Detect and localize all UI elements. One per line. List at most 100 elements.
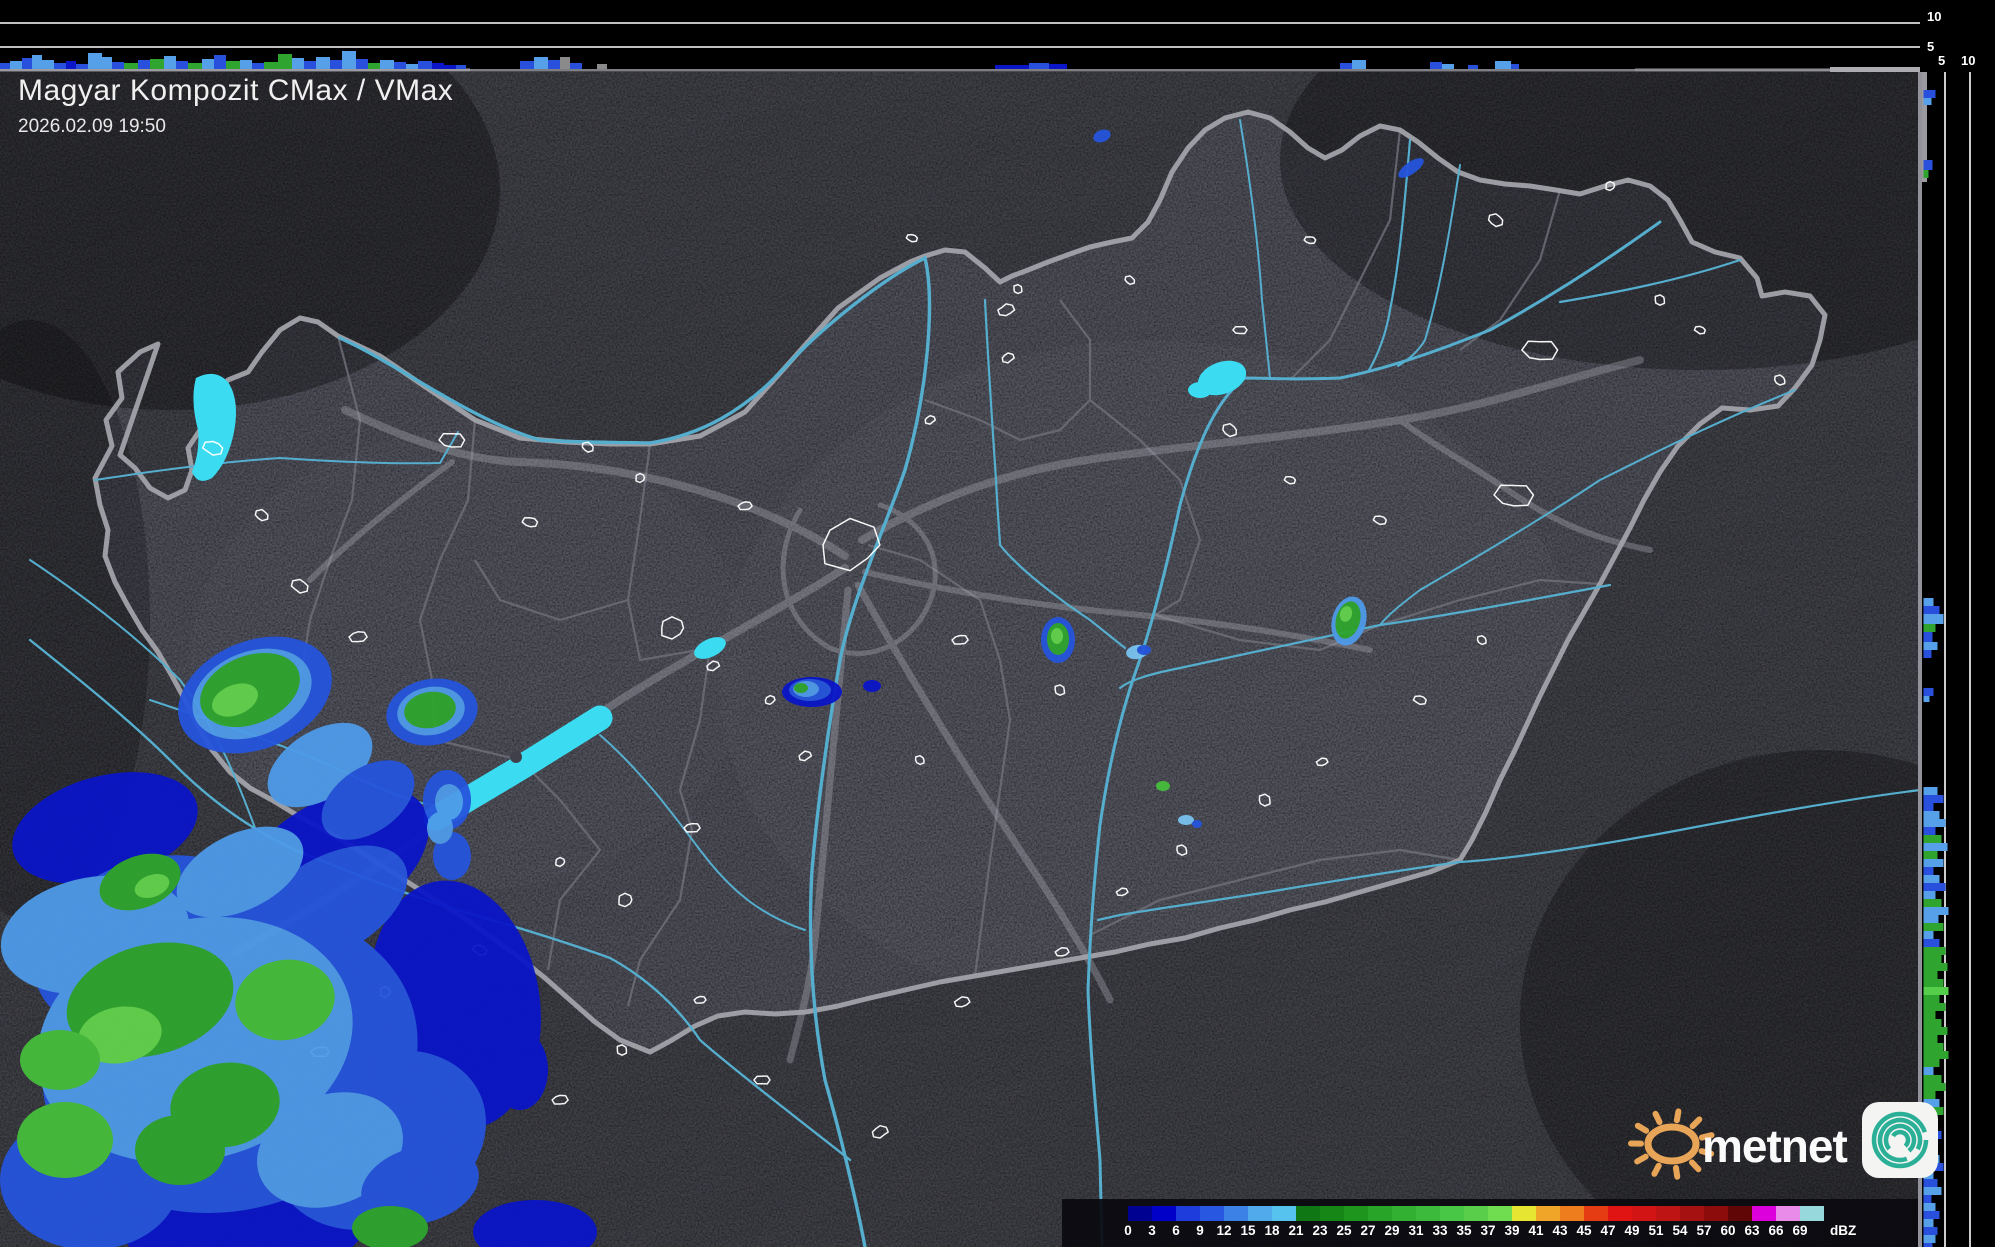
- profile-bar: [1923, 835, 1942, 843]
- dbz-tick-label: 45: [1576, 1223, 1592, 1238]
- dbz-tick-label: 51: [1648, 1223, 1664, 1238]
- right-height-profile-strip: [1922, 72, 1995, 1247]
- radar-echo: [1051, 628, 1063, 644]
- profile-bar: [1923, 883, 1946, 891]
- profile-bar: [1923, 696, 1930, 702]
- profile-bar: [1923, 90, 1936, 98]
- radar-map[interactable]: [0, 72, 1920, 1247]
- profile-bar: [1029, 63, 1049, 69]
- map-right-panel-divider: [1918, 72, 1922, 1247]
- dbz-color-cell: [1488, 1206, 1512, 1221]
- dbz-tick-label: 66: [1768, 1223, 1784, 1238]
- profile-bar: [1923, 1235, 1936, 1243]
- dbz-color-cell: [1416, 1206, 1440, 1221]
- dbz-color-cell: [1248, 1206, 1272, 1221]
- dbz-legend: 0 3 6 9 12 15 18 21 23 25 27 29 31 33 35 37 39 41 43 45 47 49…: [1062, 1199, 1918, 1247]
- profile-bar: [1923, 811, 1940, 819]
- profile-bar: [1923, 1043, 1944, 1051]
- dbz-color-cell: [1128, 1206, 1152, 1221]
- tihany-peninsula: [510, 751, 522, 763]
- height-scale-corner: 10 5 5 10: [1922, 0, 1995, 72]
- dbz-color-cell: [1200, 1206, 1224, 1221]
- profile-bar: [1923, 98, 1932, 105]
- timestamp: 2026.02.09 19:50: [18, 116, 166, 137]
- profile-bar: [124, 63, 138, 69]
- profile-bar: [1923, 795, 1944, 803]
- profile-bar: [1923, 1059, 1940, 1067]
- profile-bar: [1923, 160, 1933, 170]
- profile-bar: [150, 59, 164, 69]
- profile-bar: [1511, 64, 1519, 69]
- radar-echo: [1178, 815, 1194, 825]
- radar-echo: [17, 1102, 113, 1178]
- profile-bar: [54, 63, 66, 69]
- dbz-tick-label: 9: [1196, 1223, 1204, 1238]
- profile-bar: [240, 60, 252, 69]
- profile-bar: [304, 61, 316, 69]
- dbz-tick-label: 3: [1148, 1223, 1156, 1238]
- profile-bar: [1923, 907, 1949, 915]
- dbz-tick-label: 23: [1312, 1223, 1328, 1238]
- profile-bar: [1923, 963, 1948, 971]
- profile-bar: [1923, 891, 1936, 899]
- profile-bar: [1923, 1019, 1942, 1027]
- profile-bar: [1923, 1075, 1942, 1083]
- dbz-color-cell: [1584, 1206, 1608, 1221]
- profile-bar: [1923, 1227, 1938, 1235]
- profile-bar: [1923, 931, 1934, 939]
- dbz-color-cell: [1368, 1206, 1392, 1221]
- dbz-color-cell: [1440, 1206, 1464, 1221]
- profile-bar: [1049, 64, 1067, 69]
- profile-bar: [356, 59, 368, 69]
- top-scale-10km-label: 10: [1927, 9, 1942, 24]
- profile-bar: [520, 61, 534, 69]
- metnet-wordmark: metnet: [1702, 1120, 1847, 1172]
- profile-bar: [1430, 62, 1442, 69]
- profile-bar: [10, 61, 22, 69]
- profile-bar: [1923, 1011, 1936, 1019]
- profile-bar: [188, 63, 202, 69]
- dbz-tick-label: 31: [1408, 1223, 1424, 1238]
- dbz-color-cell: [1344, 1206, 1368, 1221]
- profile-bar: [1923, 955, 1942, 963]
- profile-bar: [1923, 1035, 1938, 1043]
- profile-bar: [1923, 1195, 1932, 1203]
- dbz-tick-label: 43: [1552, 1223, 1568, 1238]
- sun-ray: [1673, 1108, 1682, 1124]
- profile-bar: [1923, 899, 1942, 907]
- dbz-color-bar: [1128, 1206, 1824, 1221]
- profile-bar: [418, 61, 432, 69]
- profile-bar: [342, 51, 356, 69]
- sun-ray: [1688, 1159, 1702, 1173]
- profile-bar: [394, 62, 406, 69]
- profile-bar: [1923, 867, 1934, 875]
- profile-bar: [1442, 64, 1454, 69]
- profile-bar: [406, 64, 418, 69]
- dbz-color-cell: [1608, 1206, 1632, 1221]
- dbz-tick-label: 37: [1480, 1223, 1496, 1238]
- profile-bar: [1923, 1067, 1934, 1075]
- radar-echo: [427, 812, 453, 844]
- profile-bar: [534, 57, 548, 69]
- metnet-logo[interactable]: metnet: [1628, 1092, 1944, 1188]
- dbz-tick-label: 15: [1240, 1223, 1256, 1238]
- profile-bar: [1923, 1219, 1934, 1227]
- profile-bar: [1923, 819, 1946, 827]
- radar-echo: [1137, 645, 1151, 655]
- dbz-color-cell: [1728, 1206, 1752, 1221]
- profile-bar: [278, 54, 292, 69]
- right-profile-canvas: [1922, 72, 1995, 1247]
- dbz-color-cell: [1656, 1206, 1680, 1221]
- radar-echo: [863, 680, 881, 692]
- profile-bar: [1923, 1211, 1940, 1219]
- profile-bar: [597, 64, 607, 69]
- profile-bar: [1923, 606, 1940, 614]
- dbz-color-cell: [1680, 1206, 1704, 1221]
- dbz-tick-label: 35: [1456, 1223, 1472, 1238]
- dbz-color-cell: [1176, 1206, 1200, 1221]
- dbz-unit-label: dBZ: [1830, 1223, 1857, 1238]
- profile-bar: [138, 60, 150, 69]
- profile-bar: [32, 55, 42, 69]
- profile-bar: [1923, 939, 1940, 947]
- radar-echo: [794, 683, 808, 693]
